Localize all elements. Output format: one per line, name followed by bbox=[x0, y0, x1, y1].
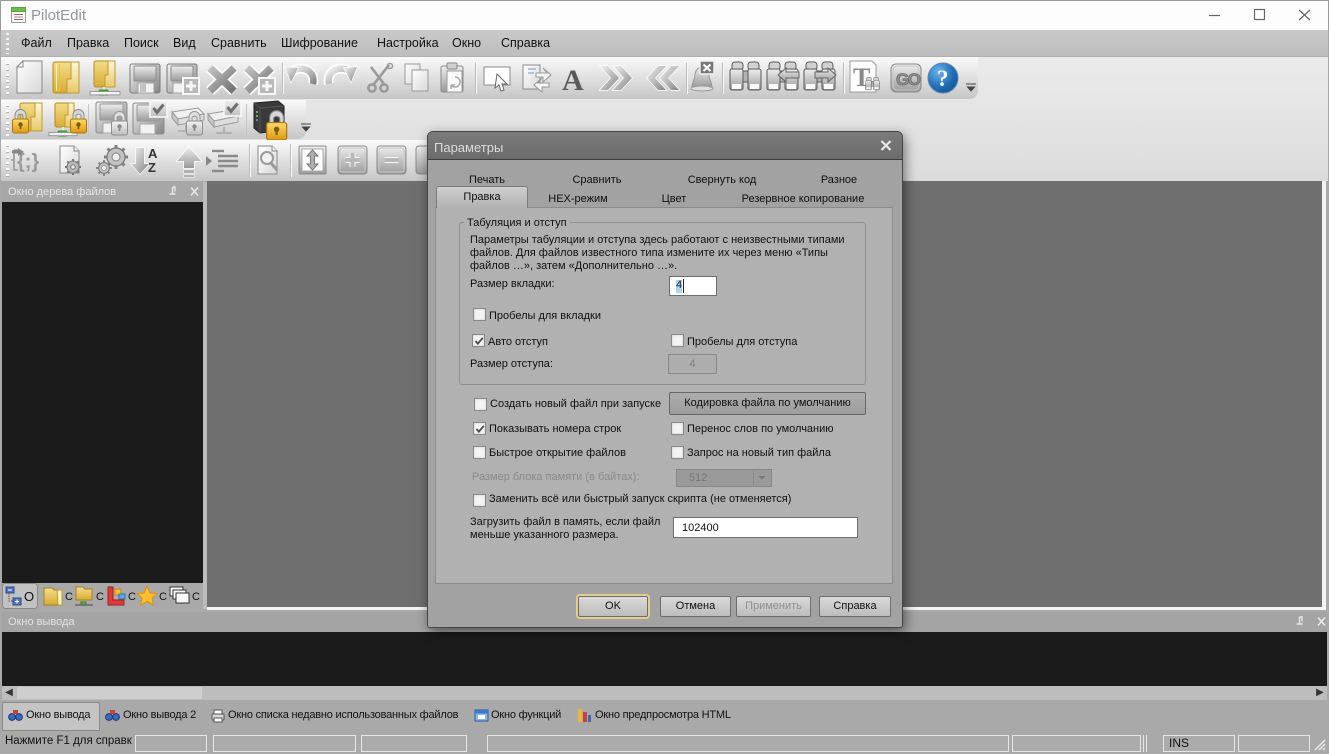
svg-text:C: C bbox=[159, 591, 167, 603]
svg-text:C: C bbox=[65, 591, 73, 603]
svg-text:C: C bbox=[96, 591, 104, 603]
svg-text:?: ? bbox=[937, 66, 949, 91]
svg-text:GO: GO bbox=[896, 70, 921, 89]
svg-text:C: C bbox=[192, 591, 200, 603]
svg-text:O: O bbox=[24, 589, 34, 604]
svg-text:C: C bbox=[128, 591, 136, 603]
svg-text:Z: Z bbox=[148, 160, 156, 175]
svg-text:A: A bbox=[148, 146, 158, 161]
svg-text:A: A bbox=[562, 64, 584, 97]
